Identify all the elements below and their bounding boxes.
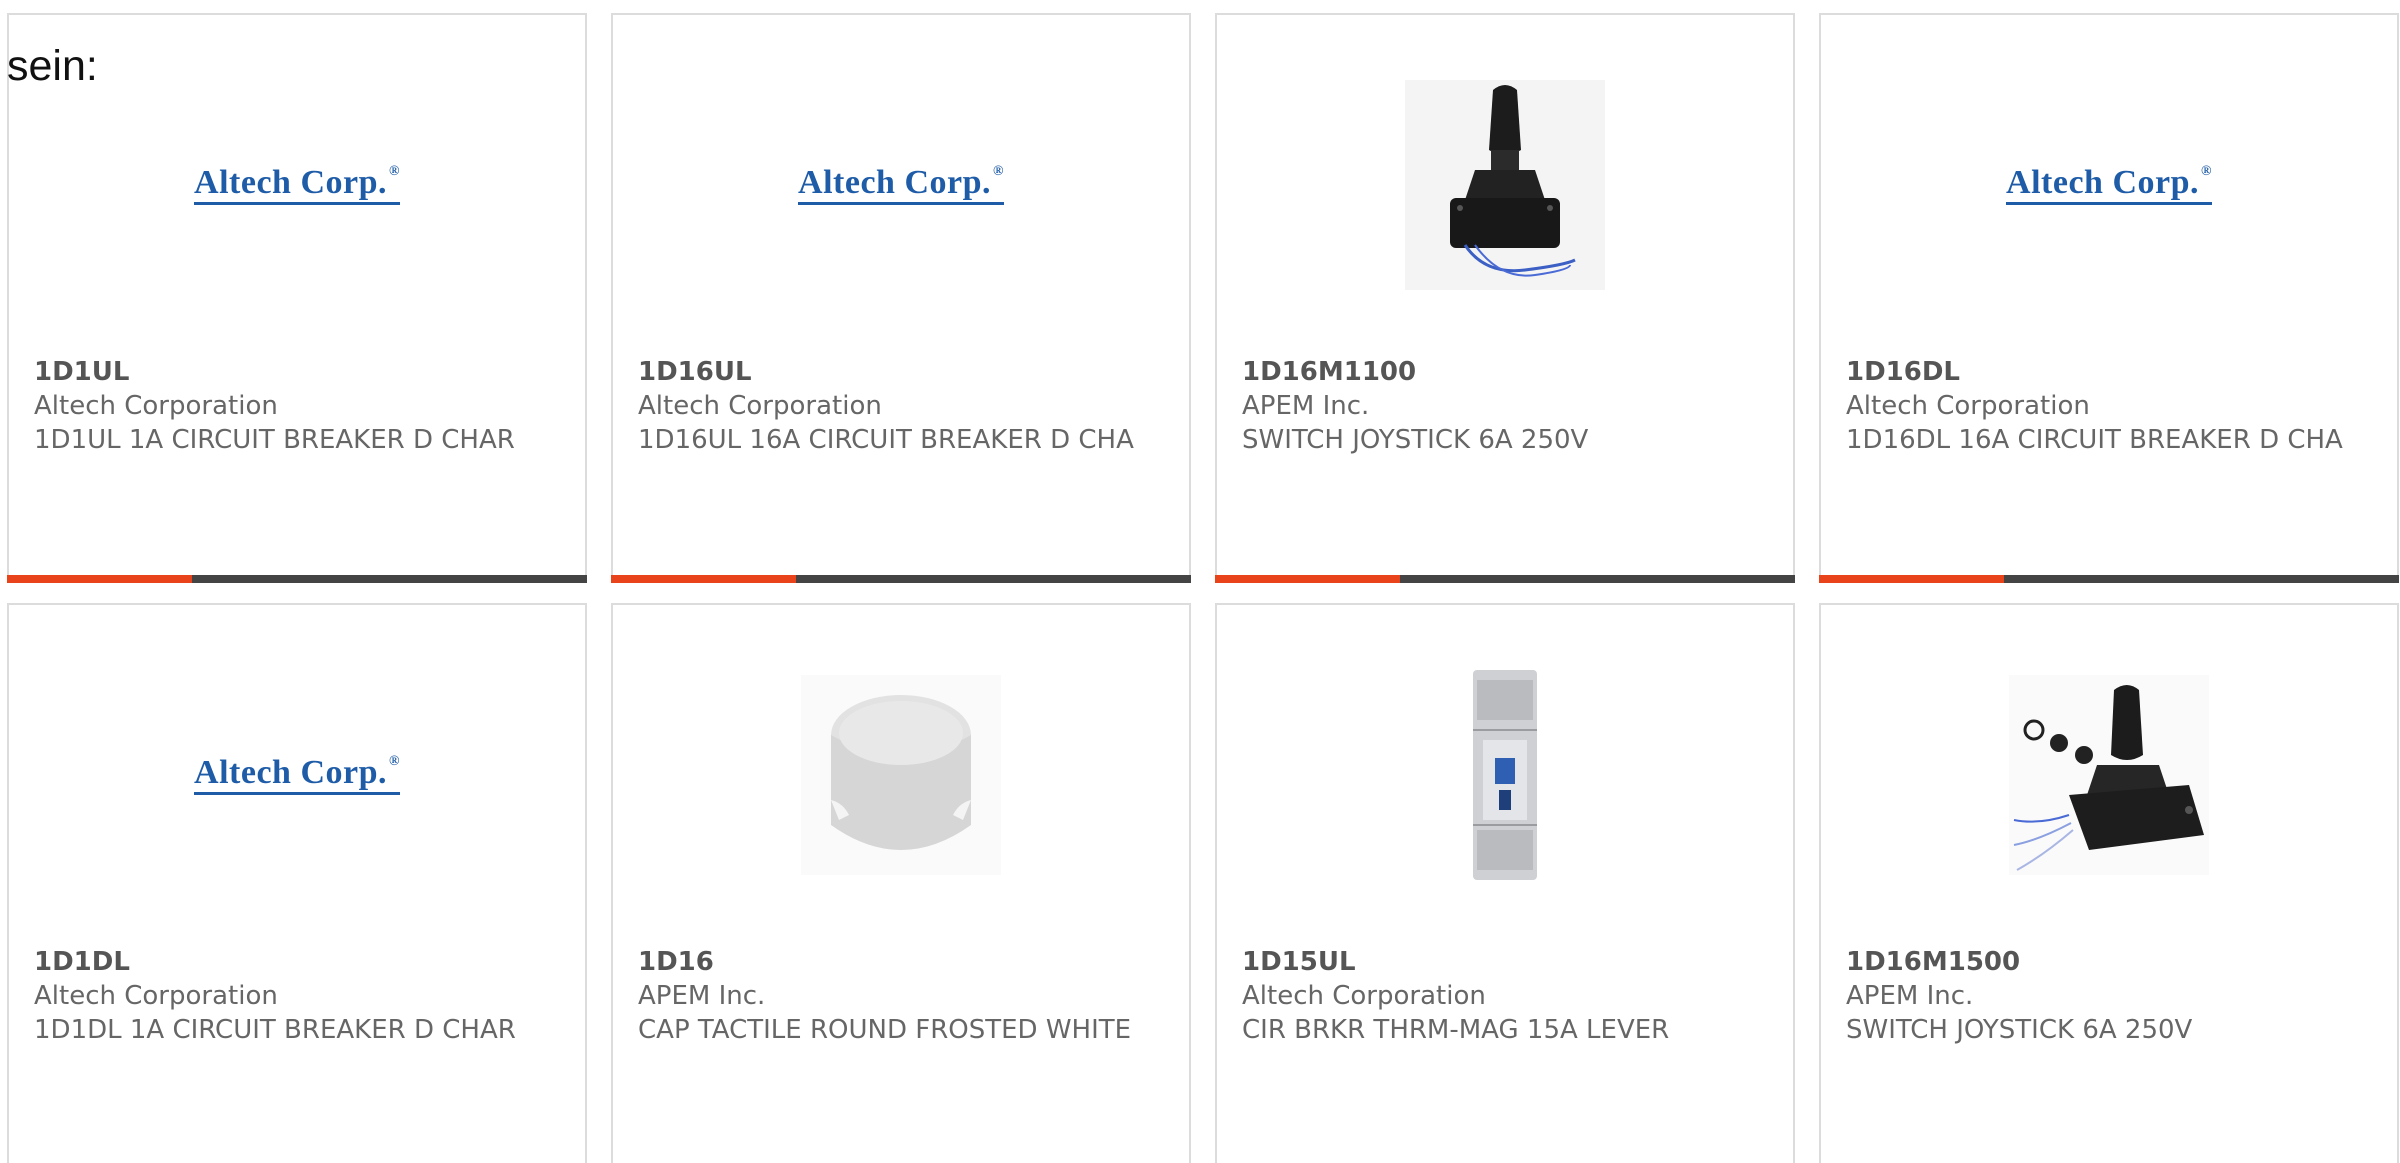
manufacturer: APEM Inc. — [1242, 391, 1370, 421]
product-info: 1D16UL Altech Corporation 1D16UL 16A CIR… — [638, 355, 1164, 457]
manufacturer: APEM Inc. — [1846, 981, 1974, 1011]
part-number-link[interactable]: 1D16UL — [638, 355, 1164, 389]
product-card[interactable]: Altech Corp. ® 1D16UL Altech Corporation … — [611, 13, 1191, 583]
part-number-link[interactable]: 1D1DL — [34, 945, 560, 979]
card-accent-bar — [1215, 575, 1795, 583]
product-description: CAP TACTILE ROUND FROSTED WHITE — [638, 1015, 1132, 1045]
manufacturer: Altech Corporation — [34, 981, 278, 1011]
product-info: 1D1DL Altech Corporation 1D1DL 1A CIRCUI… — [34, 945, 560, 1047]
product-image[interactable] — [1217, 670, 1793, 880]
product-image[interactable] — [613, 675, 1189, 875]
manufacturer: Altech Corporation — [34, 391, 278, 421]
product-grid: Altech Corp. ® 1D1UL Altech Corporation 1… — [7, 13, 2400, 1163]
part-number-link[interactable]: 1D16DL — [1846, 355, 2372, 389]
product-image[interactable]: Altech Corp. ® — [9, 85, 585, 285]
product-card[interactable]: Altech Corp. ® 1D1DL Altech Corporation 1… — [7, 603, 587, 1163]
product-description: SWITCH JOYSTICK 6A 250V — [1242, 425, 1589, 455]
joystick-base-photo — [2009, 675, 2209, 875]
manufacturer: Altech Corporation — [1846, 391, 2090, 421]
product-info: 1D1UL Altech Corporation 1D1UL 1A CIRCUI… — [34, 355, 560, 457]
product-image[interactable]: Altech Corp. ® — [1821, 85, 2397, 285]
product-card[interactable]: 1D16 APEM Inc. CAP TACTILE ROUND FROSTED… — [611, 603, 1191, 1163]
product-info: 1D16M1500 APEM Inc. SWITCH JOYSTICK 6A 2… — [1846, 945, 2372, 1047]
intro-text: sein: — [7, 42, 98, 90]
product-image[interactable] — [1821, 675, 2397, 875]
altech-logo: Altech Corp. ® — [798, 164, 1004, 206]
manufacturer: Altech Corporation — [638, 391, 882, 421]
part-number-link[interactable]: 1D16M1100 — [1242, 355, 1768, 389]
manufacturer: APEM Inc. — [638, 981, 766, 1011]
product-description: CIR BRKR THRM-MAG 15A LEVER — [1242, 1015, 1670, 1045]
product-grid-page: sein: Altech Corp. ® 1D1UL Altech Corpora… — [0, 0, 2400, 1163]
product-description: SWITCH JOYSTICK 6A 250V — [1846, 1015, 2193, 1045]
manufacturer: Altech Corporation — [1242, 981, 1486, 1011]
altech-logo: Altech Corp. ® — [2006, 164, 2212, 206]
product-info: 1D16DL Altech Corporation 1D16DL 16A CIR… — [1846, 355, 2372, 457]
product-card[interactable]: 1D16M1500 APEM Inc. SWITCH JOYSTICK 6A 2… — [1819, 603, 2399, 1163]
part-number-link[interactable]: 1D16M1500 — [1846, 945, 2372, 979]
circuit-breaker-photo — [1473, 670, 1537, 880]
product-info: 1D16 APEM Inc. CAP TACTILE ROUND FROSTED… — [638, 945, 1164, 1047]
part-number-link[interactable]: 1D1UL — [34, 355, 560, 389]
product-info: 1D16M1100 APEM Inc. SWITCH JOYSTICK 6A 2… — [1242, 355, 1768, 457]
product-description: 1D16UL 16A CIRCUIT BREAKER D CHA — [638, 425, 1134, 455]
product-image[interactable]: Altech Corp. ® — [9, 675, 585, 875]
card-accent-bar — [1819, 575, 2399, 583]
altech-logo: Altech Corp. ® — [194, 164, 400, 206]
product-description: 1D16DL 16A CIRCUIT BREAKER D CHA — [1846, 425, 2343, 455]
card-accent-bar — [7, 575, 587, 583]
product-description: 1D1DL 1A CIRCUIT BREAKER D CHAR — [34, 1015, 516, 1045]
part-number-link[interactable]: 1D15UL — [1242, 945, 1768, 979]
product-image[interactable] — [1217, 80, 1793, 290]
product-card[interactable]: Altech Corp. ® 1D16DL Altech Corporation … — [1819, 13, 2399, 583]
card-accent-bar — [611, 575, 1191, 583]
part-number-link[interactable]: 1D16 — [638, 945, 1164, 979]
product-card[interactable]: 1D15UL Altech Corporation CIR BRKR THRM-… — [1215, 603, 1795, 1163]
altech-logo: Altech Corp. ® — [194, 754, 400, 796]
product-info: 1D15UL Altech Corporation CIR BRKR THRM-… — [1242, 945, 1768, 1047]
product-image[interactable]: Altech Corp. ® — [613, 85, 1189, 285]
product-description: 1D1UL 1A CIRCUIT BREAKER D CHAR — [34, 425, 515, 455]
round-cap-photo — [801, 675, 1001, 875]
product-card[interactable]: Altech Corp. ® 1D1UL Altech Corporation 1… — [7, 13, 587, 583]
joystick-photo — [1405, 80, 1605, 290]
product-card[interactable]: 1D16M1100 APEM Inc. SWITCH JOYSTICK 6A 2… — [1215, 13, 1795, 583]
